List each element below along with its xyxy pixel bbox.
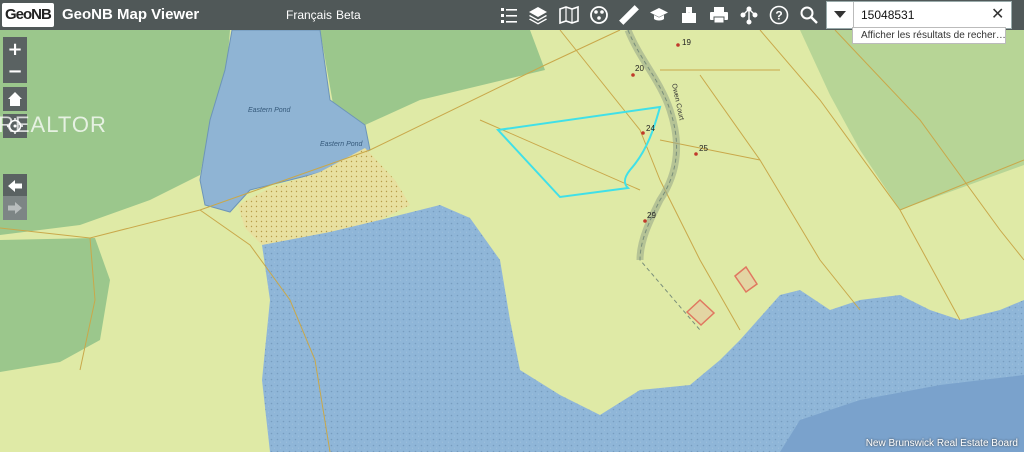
forward-extent-button[interactable] [3,196,27,220]
zoom-in-button[interactable]: + [3,37,27,61]
app-title: GeoNB Map Viewer [62,6,200,23]
chevron-down-icon [834,11,846,18]
home-icon [8,92,22,106]
address-dot [676,43,680,47]
address-dot [641,131,645,135]
lot-number-label: 19 [682,38,691,47]
layers-icon[interactable] [523,0,553,30]
address-dot [631,73,635,77]
bookmark-icon[interactable] [674,0,704,30]
realtor-watermark: REALTOR [0,112,107,137]
basemap-icon[interactable] [554,0,584,30]
minus-icon: − [7,60,23,82]
print-icon[interactable] [704,0,734,30]
arrow-right-icon [8,202,22,214]
lot-number-label: 20 [635,64,644,73]
map-canvas[interactable]: 19 20 24 25 29 Eastern Pond Eastern Pond… [0,0,1024,452]
back-extent-button[interactable] [3,174,27,198]
plus-icon: + [7,38,23,60]
language-link[interactable]: Français [286,8,332,22]
map-credit: New Brunswick Real Estate Board [865,438,1018,449]
top-toolbar: GeoNB GeoNB Map Viewer Français Beta ? 1… [0,0,1024,30]
home-button[interactable] [3,87,27,111]
measure-icon[interactable] [614,0,644,30]
education-icon[interactable] [644,0,674,30]
search-input[interactable]: 15048531 [861,8,914,22]
search-box: 15048531 ✕ [826,1,1012,29]
list-icon[interactable] [494,0,524,30]
help-icon[interactable]: ? [764,0,794,30]
beta-link[interactable]: Beta [336,8,361,22]
logo-text: GeoNB [5,6,52,23]
geonb-logo[interactable]: GeoNB [2,3,54,27]
lot-number-label: 24 [646,124,655,133]
arrow-left-icon [8,180,22,192]
lot-number-label: 25 [699,144,708,153]
clear-search-icon[interactable]: ✕ [991,4,1004,23]
svg-text:?: ? [775,9,782,23]
search-dropdown-button[interactable] [827,2,854,28]
water-body-label: Eastern Pond [248,107,292,114]
search-icon[interactable] [794,0,824,30]
water-body-label: Eastern Pond [320,141,364,148]
lot-number-label: 29 [647,211,656,220]
search-suggestion[interactable]: Afficher les résultats de recher… [852,27,1006,44]
share-icon[interactable] [734,0,764,30]
map-themes-icon[interactable] [584,0,614,30]
zoom-out-button[interactable]: − [3,59,27,83]
address-dot [694,152,698,156]
